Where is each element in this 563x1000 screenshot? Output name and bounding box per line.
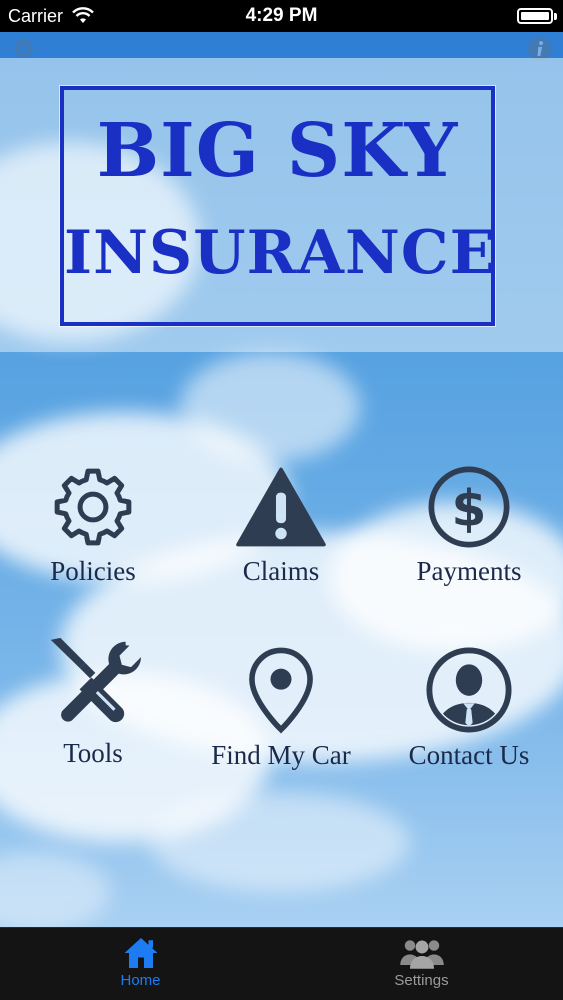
gear-icon: [54, 468, 132, 546]
home-icon: [124, 938, 157, 968]
menu-item-contact-us[interactable]: Contact Us: [384, 646, 554, 771]
menu-item-payments[interactable]: $ Payments: [384, 464, 554, 587]
logo-line-2: INSURANCE: [64, 218, 497, 288]
cloud: [150, 792, 410, 892]
menu-item-label: Claims: [242, 556, 320, 586]
menu-item-label: Find My Car: [211, 740, 351, 770]
tab-label: Settings: [394, 972, 449, 989]
status-bar: Carrier 4:29 PM: [0, 0, 563, 32]
menu-item-label: Contact Us: [408, 740, 530, 770]
top-bar: [0, 32, 563, 58]
menu-item-label: Tools: [63, 738, 123, 768]
svg-text:$: $: [452, 479, 487, 538]
menu-item-label: Payments: [416, 556, 522, 586]
logo-line-1: BIG SKY: [96, 108, 459, 194]
warning-icon: [236, 467, 326, 547]
people-icon: [399, 940, 444, 969]
cloud: [180, 352, 360, 462]
battery-icon: [517, 8, 557, 24]
tab-bar: Home Settings: [0, 927, 563, 1000]
tab-label: Home: [120, 972, 161, 989]
menu-item-label: Policies: [50, 556, 136, 586]
clock: 4:29 PM: [245, 5, 318, 26]
tab-settings[interactable]: Settings: [281, 928, 562, 1000]
company-logo: BIG SKY INSURANCE: [60, 86, 495, 326]
contact-person-icon: [426, 647, 512, 733]
location-pin-icon: [249, 647, 313, 734]
menu-item-policies[interactable]: Policies: [8, 464, 178, 587]
tab-home[interactable]: Home: [0, 928, 281, 1000]
header-banner: BIG SKY INSURANCE: [0, 58, 563, 352]
menu-item-claims[interactable]: Claims: [196, 464, 366, 587]
cloud: [0, 852, 110, 927]
menu-item-find-my-car[interactable]: Find My Car: [196, 646, 366, 771]
tools-icon: [50, 637, 142, 723]
menu-item-tools[interactable]: Tools: [8, 636, 178, 769]
home-screen: BIG SKY INSURANCE Policies Claims $ Paym…: [0, 32, 563, 927]
dollar-icon: $: [428, 466, 510, 548]
